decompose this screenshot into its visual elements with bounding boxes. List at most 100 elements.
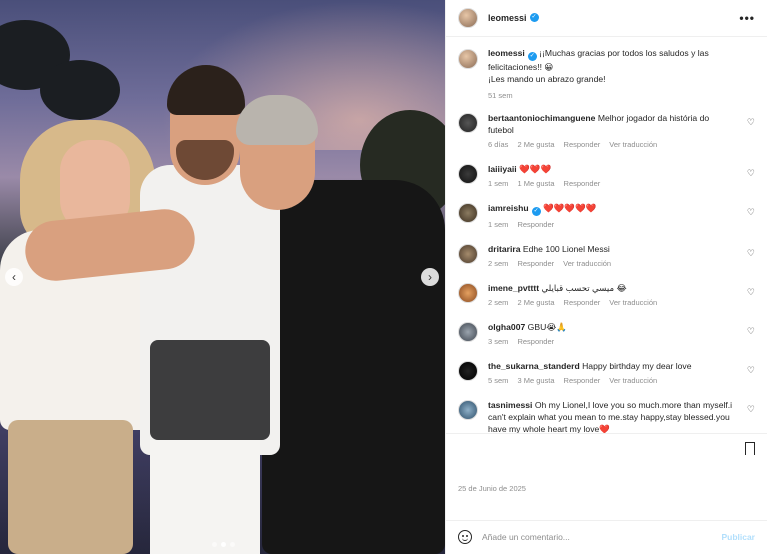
messi-shorts [150, 440, 260, 554]
translate-button[interactable]: Ver traducción [609, 298, 657, 307]
carousel-dots [212, 542, 235, 547]
comment-time: 5 sem [488, 375, 509, 385]
like-heart-icon[interactable]: ♡ [747, 287, 755, 298]
comment-body: ميسي تحسب قبايلي 😂 [541, 282, 627, 293]
reply-button[interactable]: Responder [564, 140, 601, 149]
more-options-icon[interactable]: ••• [739, 11, 755, 25]
avatar[interactable] [458, 202, 478, 223]
comment-body: ❤️❤️❤️❤️❤️ [543, 202, 597, 213]
comment-username[interactable]: the_sukarna_standerd [488, 361, 580, 371]
comment-item: olgha007 GBU😭🙏 3 sem Responder ♡ [458, 321, 755, 346]
comment-meta: 6 días 2 Me gusta Responder Ver traducci… [488, 140, 737, 149]
comment-body: Happy birthday my dear love [582, 360, 692, 371]
comment-text: iamreishu ✓ ❤️❤️❤️❤️❤️ [488, 202, 597, 216]
comment-text: olgha007 GBU😭🙏 [488, 321, 567, 333]
comment-username[interactable]: bertaantoniochimanguene [488, 113, 595, 123]
like-heart-icon[interactable]: ♡ [747, 117, 755, 128]
comment-likes[interactable]: 2 Me gusta [517, 140, 554, 149]
caption-line2: ¡Les mando un abrazo grande! [488, 73, 606, 84]
comment-username[interactable]: iamreishu [488, 203, 529, 213]
post-date: 25 de Junio de 2025 [458, 483, 526, 493]
avatar[interactable] [458, 282, 478, 303]
post-photo[interactable]: ‹ › [0, 0, 445, 554]
comment-body: ❤️❤️❤️ [519, 163, 552, 174]
chevron-right-icon: › [428, 270, 432, 284]
reply-button[interactable]: Responder [564, 298, 601, 307]
man-right-shirt [262, 180, 445, 554]
reply-button[interactable]: Responder [564, 376, 601, 385]
comment-text: dritarira Edhe 100 Lionel Messi [488, 243, 611, 255]
publish-button[interactable]: Publicar [721, 532, 755, 542]
comment-body: Edhe 100 Lionel Messi [522, 243, 610, 254]
comments-list[interactable]: leomessi ✓ ¡¡Muchas gracias por todos los… [446, 37, 767, 433]
avatar[interactable] [458, 7, 478, 28]
comment-time: 1 sem [488, 178, 509, 188]
comment-meta: 1 sem 1 Me gusta Responder [488, 179, 600, 188]
verified-badge-icon: ✓ [527, 51, 537, 61]
like-heart-icon[interactable]: ♡ [747, 365, 755, 376]
comment-meta: 2 sem 2 Me gusta Responder Ver traducció… [488, 298, 657, 307]
reply-button[interactable]: Responder [564, 179, 601, 188]
comment-username[interactable]: olgha007 [488, 322, 525, 332]
comment-username[interactable]: imene_pvtttt [488, 283, 539, 293]
comment-text: the_sukarna_standerd Happy birthday my d… [488, 360, 691, 372]
avatar[interactable] [458, 112, 478, 133]
chevron-left-icon: ‹ [12, 270, 16, 284]
caption-username[interactable]: leomessi [488, 48, 525, 58]
comment-item: bertaantoniochimanguene Melhor jogador d… [458, 112, 755, 149]
carousel-next-button[interactable]: › [421, 268, 439, 286]
comment-likes[interactable]: 1 Me gusta [517, 179, 554, 188]
comment-text: laiiiyaii ❤️❤️❤️ [488, 163, 600, 175]
comment-meta: 2 sem Responder Ver traducción [488, 259, 611, 268]
like-heart-icon[interactable]: ♡ [747, 248, 755, 259]
post-modal: ‹ › leomessi ✓ ••• leomessi ✓ ¡¡Muchas gr… [0, 0, 767, 554]
comment-time: 6 días [488, 139, 509, 149]
translate-button[interactable]: Ver traducción [563, 259, 611, 268]
bookmark-icon[interactable] [745, 441, 755, 459]
comment-time: 2 sem [488, 258, 509, 268]
post-footer: 25 de Junio de 2025 Publicar [446, 432, 767, 554]
like-heart-icon[interactable]: ♡ [747, 326, 755, 337]
comment-item: dritarira Edhe 100 Lionel Messi 2 sem Re… [458, 243, 755, 268]
like-heart-icon[interactable]: ♡ [747, 207, 755, 218]
translate-button[interactable]: Ver traducción [609, 376, 657, 385]
comment-username[interactable]: laiiiyaii [488, 164, 517, 174]
comment-body: GBU😭🙏 [527, 321, 568, 332]
verified-badge-icon: ✓ [529, 13, 539, 23]
reply-button[interactable]: Responder [517, 259, 554, 268]
comment-time: 2 sem [488, 297, 509, 307]
avatar[interactable] [458, 360, 478, 381]
avatar[interactable] [458, 48, 478, 69]
emoji-icon[interactable] [458, 530, 472, 545]
comment-item: the_sukarna_standerd Happy birthday my d… [458, 360, 755, 385]
avatar[interactable] [458, 321, 478, 342]
comment-item: laiiiyaii ❤️❤️❤️ 1 sem 1 Me gusta Respon… [458, 163, 755, 188]
verified-badge-icon: ✓ [531, 206, 541, 216]
comment-time: 1 sem [488, 219, 509, 229]
reply-button[interactable]: Responder [517, 337, 554, 346]
carousel-prev-button[interactable]: ‹ [5, 268, 23, 286]
comment-username[interactable]: tasnimessi [488, 400, 532, 410]
post-caption: leomessi ✓ ¡¡Muchas gracias por todos los… [458, 47, 755, 100]
comment-input[interactable] [482, 532, 722, 543]
like-heart-icon[interactable]: ♡ [747, 404, 755, 415]
carousel-dot[interactable] [230, 542, 235, 547]
palm-tree [40, 60, 120, 120]
avatar[interactable] [458, 243, 478, 264]
post-header: leomessi ✓ ••• [446, 0, 767, 37]
comment-likes[interactable]: 2 Me gusta [517, 298, 554, 307]
carousel-dot[interactable] [212, 542, 217, 547]
reply-button[interactable]: Responder [517, 220, 554, 229]
translate-button[interactable]: Ver traducción [609, 140, 657, 149]
header-username[interactable]: leomessi [488, 13, 527, 23]
comment-username[interactable]: dritarira [488, 244, 520, 254]
carousel-dot-active[interactable] [221, 542, 226, 547]
comment-item: tasnimessi Oh my Lionel,I love you so mu… [458, 399, 755, 433]
like-heart-icon[interactable]: ♡ [747, 168, 755, 179]
comment-likes[interactable]: 3 Me gusta [517, 376, 554, 385]
comment-text: imene_pvtttt ميسي تحسب قبايلي 😂 [488, 282, 657, 294]
avatar[interactable] [458, 399, 478, 420]
avatar[interactable] [458, 163, 478, 184]
comment-meta: 5 sem 3 Me gusta Responder Ver traducció… [488, 376, 691, 385]
comment-meta: 1 sem Responder [488, 220, 597, 229]
